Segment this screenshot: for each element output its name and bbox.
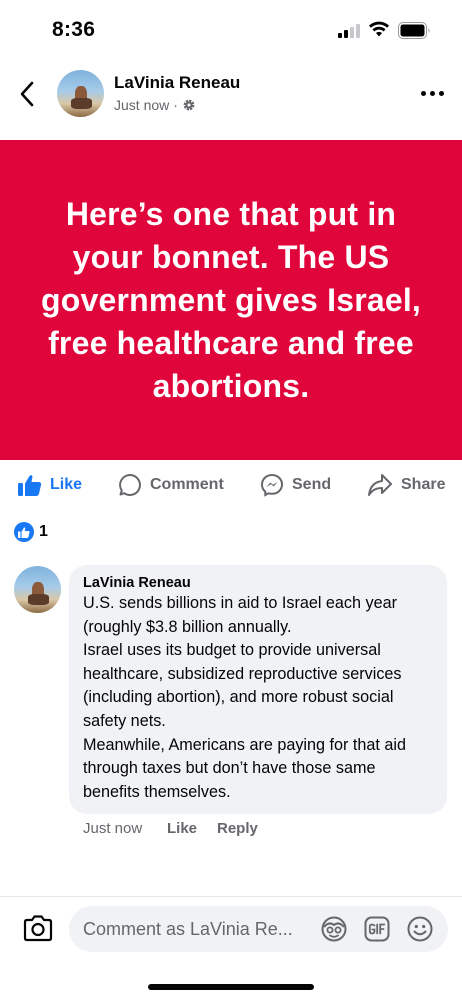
comment-timestamp: Just now	[83, 820, 143, 837]
like-label: Like	[50, 476, 83, 493]
post-text: Here’s one that put in your bonnet. The …	[40, 195, 422, 404]
comment-actions: Just now Like Reply	[83, 820, 258, 837]
comment-input[interactable]: Comment as LaVinia Re...	[69, 906, 448, 952]
comment-like-button[interactable]: Like	[167, 820, 217, 837]
commenter-avatar[interactable]	[14, 566, 61, 613]
comment-bubble: LaVinia Reneau U.S. sends billions in ai…	[69, 565, 447, 814]
messenger-icon	[260, 473, 284, 497]
chevron-left-icon	[20, 81, 34, 107]
battery-icon	[398, 22, 430, 39]
like-reaction-icon	[14, 522, 34, 542]
reactions-summary[interactable]: 1	[14, 520, 48, 544]
back-button[interactable]	[12, 79, 42, 109]
post-author-name[interactable]: LaVinia Reneau	[114, 73, 240, 93]
post-meta: Just now ·	[114, 97, 196, 113]
gif-icon[interactable]	[363, 915, 391, 943]
cellular-signal-icon	[338, 24, 362, 38]
meta-separator: ·	[173, 97, 178, 113]
share-arrow-icon	[368, 474, 392, 496]
status-time: 8:36	[52, 18, 96, 41]
comment-reply-button[interactable]: Reply	[217, 820, 258, 837]
wifi-icon	[369, 21, 389, 37]
comment-input-placeholder: Comment as LaVinia Re...	[83, 919, 293, 939]
share-label: Share	[401, 476, 446, 493]
camera-icon[interactable]	[22, 914, 54, 944]
thumbs-up-icon	[18, 475, 42, 496]
post-timestamp[interactable]: Just now	[114, 97, 169, 113]
emoji-icon[interactable]	[406, 915, 434, 943]
comment-author[interactable]: LaVinia Reneau	[83, 574, 433, 592]
composer-divider	[0, 896, 462, 897]
post-action-bar: Like Comment Send Share	[0, 462, 462, 508]
like-button[interactable]: Like	[18, 472, 82, 498]
send-button[interactable]: Send	[260, 472, 331, 498]
home-indicator[interactable]	[148, 984, 314, 990]
author-avatar[interactable]	[57, 70, 104, 117]
gear-icon[interactable]	[182, 98, 196, 112]
post-banner: Here’s one that put in your bonnet. The …	[0, 140, 462, 460]
avatar-sticker-icon[interactable]	[320, 915, 348, 943]
status-bar: 8:36	[0, 0, 462, 60]
comment-text: U.S. sends billions in aid to Israel eac…	[83, 594, 407, 801]
reaction-count: 1	[39, 523, 48, 540]
more-options-button[interactable]	[418, 83, 448, 103]
comment-button[interactable]: Comment	[118, 472, 224, 498]
send-label: Send	[292, 476, 332, 493]
comment-label: Comment	[150, 476, 224, 493]
share-button[interactable]: Share	[367, 472, 445, 498]
comment-icon	[119, 474, 141, 496]
post-header: LaVinia Reneau Just now ·	[0, 65, 462, 125]
